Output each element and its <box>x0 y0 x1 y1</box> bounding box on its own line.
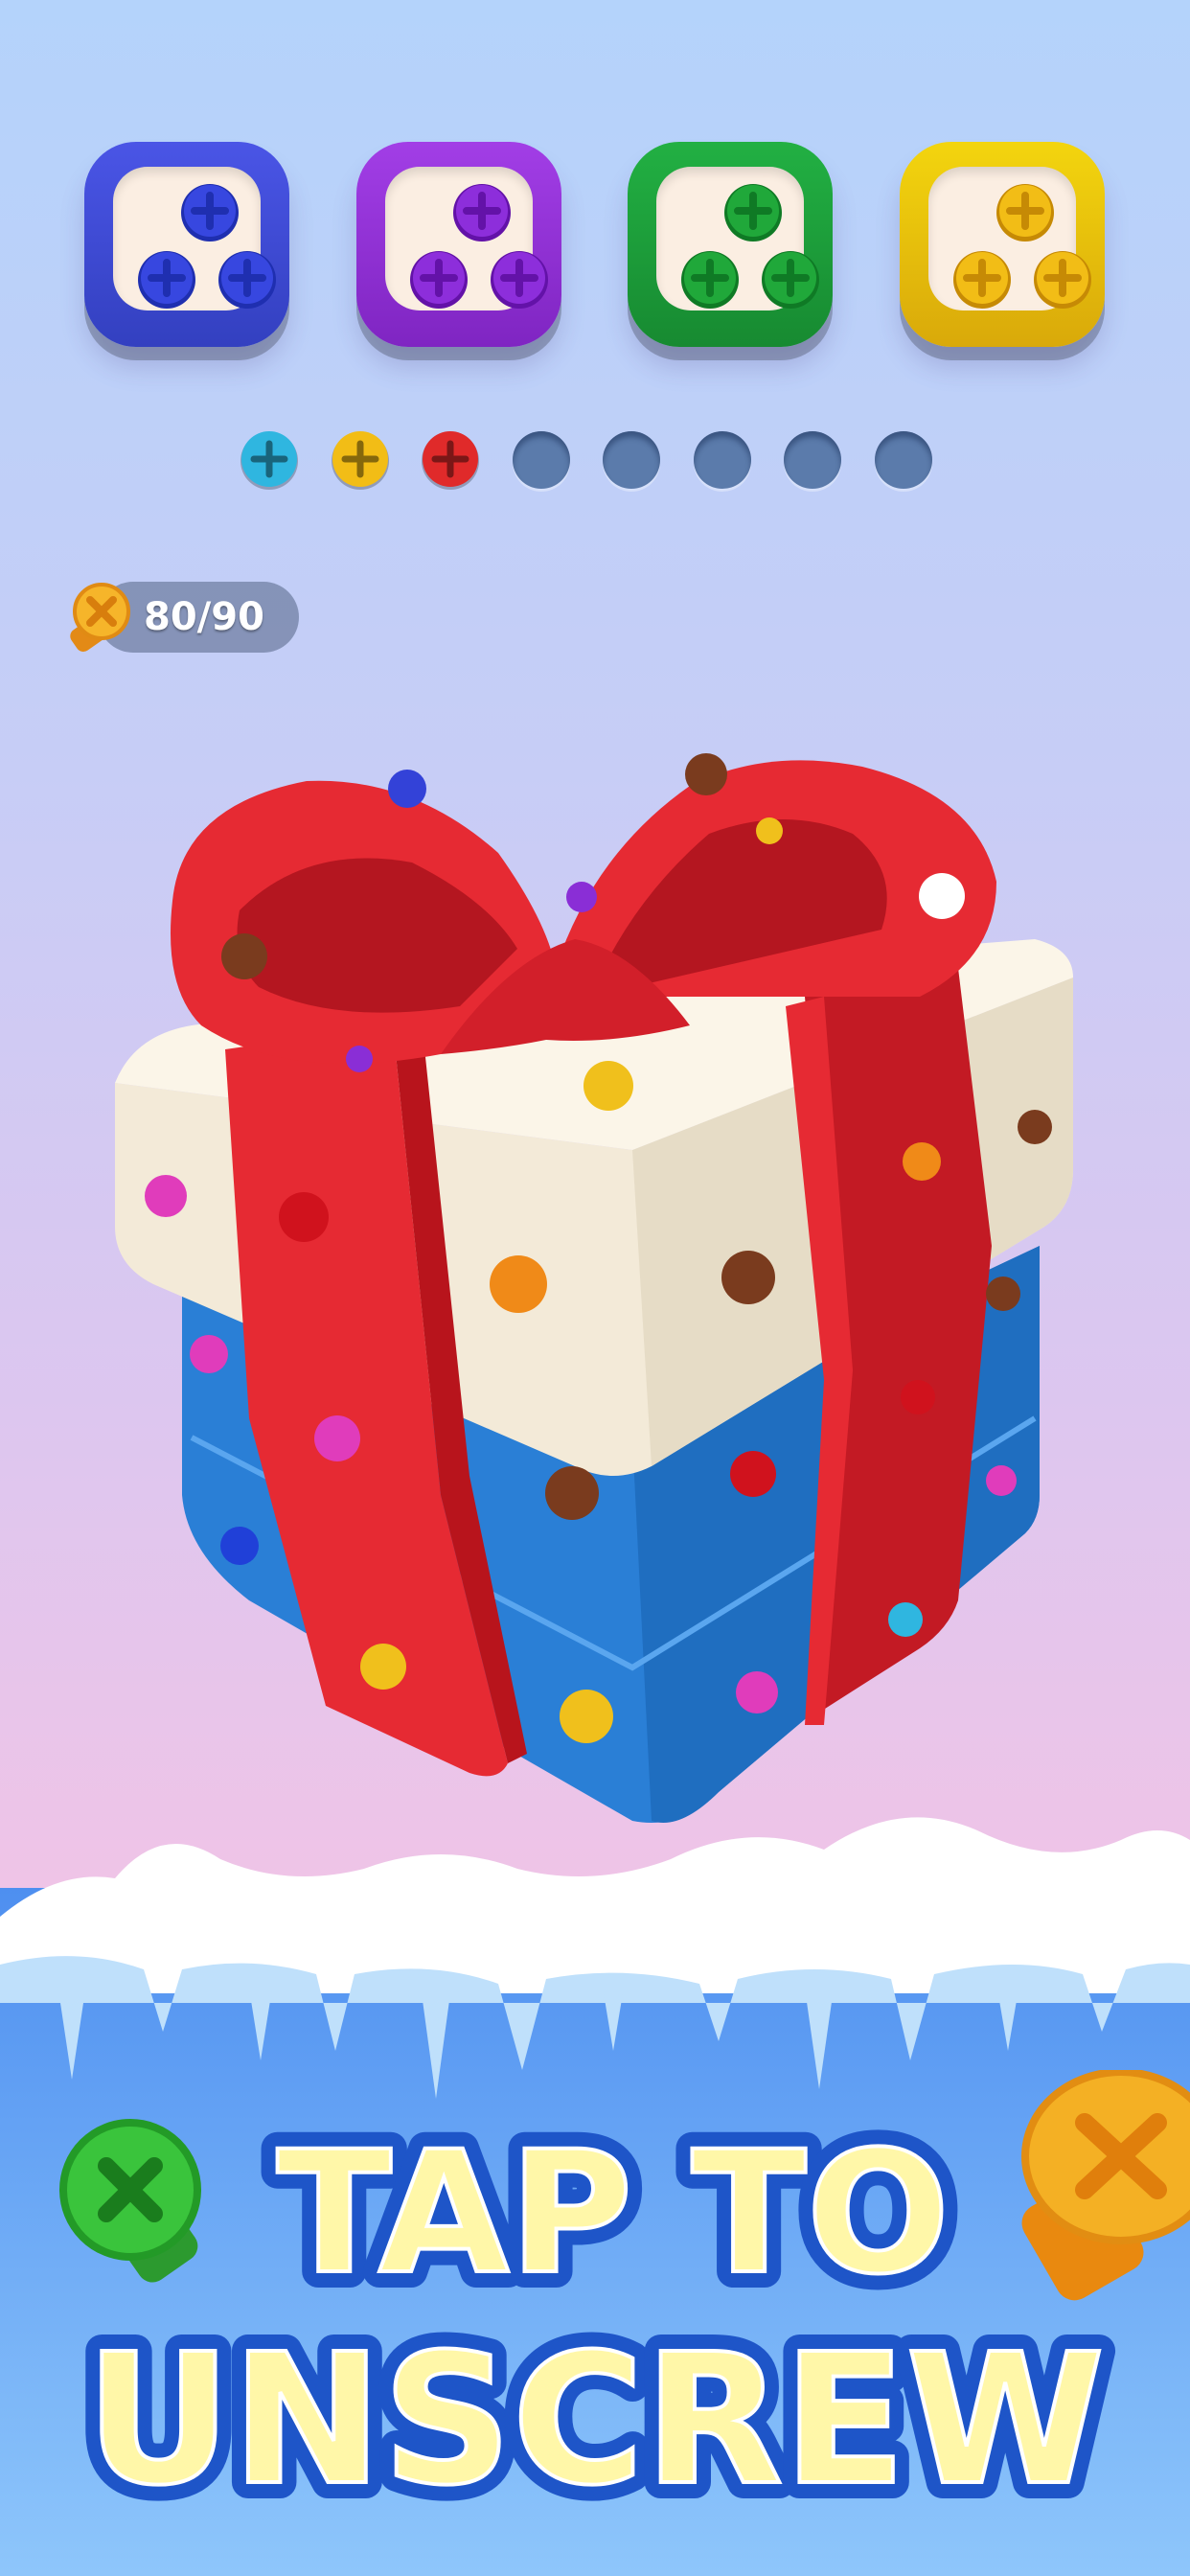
holding-slots <box>0 429 1190 496</box>
cyan-screw-icon <box>240 431 298 490</box>
yellow-screw-icon <box>995 182 1056 243</box>
headline-line2: UNSCREW <box>85 2315 1105 2525</box>
yellow-screw-icon <box>951 249 1013 310</box>
green-screw-icon <box>722 182 784 243</box>
gift-box-puzzle[interactable] <box>96 709 1092 1840</box>
empty-slot <box>874 431 932 489</box>
screw-box-inner <box>656 167 819 310</box>
yellow-screw-icon <box>1032 249 1093 310</box>
yellow-screw-icon <box>331 431 389 490</box>
purple-screw-icon <box>451 182 513 243</box>
purple-screw-icon <box>489 249 550 310</box>
screw-box-inner <box>113 167 276 310</box>
headline-line1: TAP TO <box>277 2115 950 2312</box>
screw-counter: 80/90 <box>59 577 301 657</box>
screw-box-inner <box>928 167 1091 310</box>
screw-box-yellow <box>900 142 1105 347</box>
green-screw-icon <box>679 249 741 310</box>
empty-slot <box>784 431 841 489</box>
empty-slot <box>693 431 751 489</box>
screw-coin-icon <box>70 583 130 652</box>
green-screw-icon <box>59 2119 201 2283</box>
empty-slot <box>512 431 570 489</box>
blue-screw-icon <box>179 182 240 243</box>
purple-screw-icon <box>408 249 469 310</box>
orange-screw-icon <box>1021 2070 1190 2301</box>
screw-box-green <box>628 142 833 347</box>
red-screw-icon <box>422 431 479 490</box>
screw-box-inner <box>385 167 548 310</box>
counter-value: 80/90 <box>144 595 264 639</box>
blue-screw-icon <box>217 249 278 310</box>
blue-screw-icon <box>136 249 197 310</box>
green-screw-icon <box>760 249 821 310</box>
screw-box-blue <box>84 142 289 347</box>
screw-box-purple <box>356 142 561 347</box>
empty-slot <box>603 431 660 489</box>
screw-boxes-row <box>0 142 1190 357</box>
